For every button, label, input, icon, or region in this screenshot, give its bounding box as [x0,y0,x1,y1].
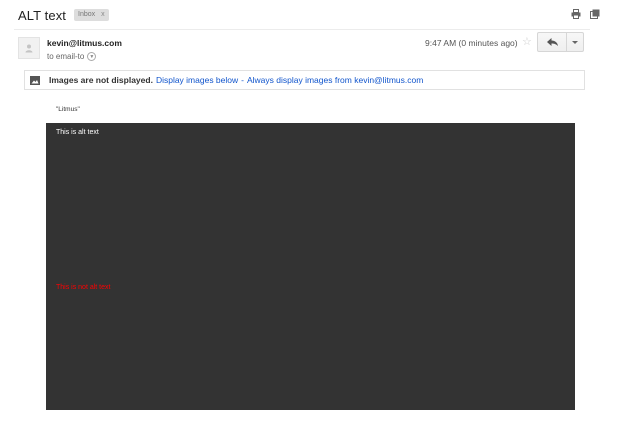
print-icon[interactable] [571,9,581,19]
recipient-text: to email-to [47,52,85,61]
image-icon [30,75,40,85]
images-not-displayed-bar: Images are not displayed. Display images… [24,70,585,90]
header-divider [14,29,590,30]
top-icons [571,9,600,19]
link-separator: - [241,75,244,85]
alt-text: This is alt text [56,129,99,136]
reply-button[interactable] [537,32,567,52]
inbox-label-text: Inbox [78,11,96,18]
message-time: 9:47 AM (0 minutes ago) [425,38,518,48]
remove-label-icon[interactable]: x [101,9,105,21]
display-images-below-link[interactable]: Display images below [156,75,238,85]
always-display-images-link[interactable]: Always display images from kevin@litmus.… [247,75,423,85]
dropdown-caret-icon [572,40,578,44]
show-details-icon[interactable]: ▼ [87,52,97,61]
quoted-text: "Litmus" [56,106,80,113]
images-warning: Images are not displayed. [49,75,153,85]
avatar-icon [25,44,33,53]
not-alt-text: This is not alt text [56,284,111,291]
reply-icon [546,38,558,46]
sender-address[interactable]: kevin@litmus.com [47,38,122,48]
recipient-line: to email-to ▼ [47,52,97,61]
email-subject: ALT text [18,7,67,23]
blocked-image-placeholder: This is alt text This is not alt text [46,123,575,410]
avatar[interactable] [18,37,40,59]
new-window-icon[interactable] [590,9,600,19]
more-options-button[interactable] [566,32,584,52]
star-icon[interactable]: ☆ [522,35,532,48]
inbox-label[interactable]: Inbox x [74,9,109,21]
subject-row: ALT text Inbox x [18,6,109,24]
